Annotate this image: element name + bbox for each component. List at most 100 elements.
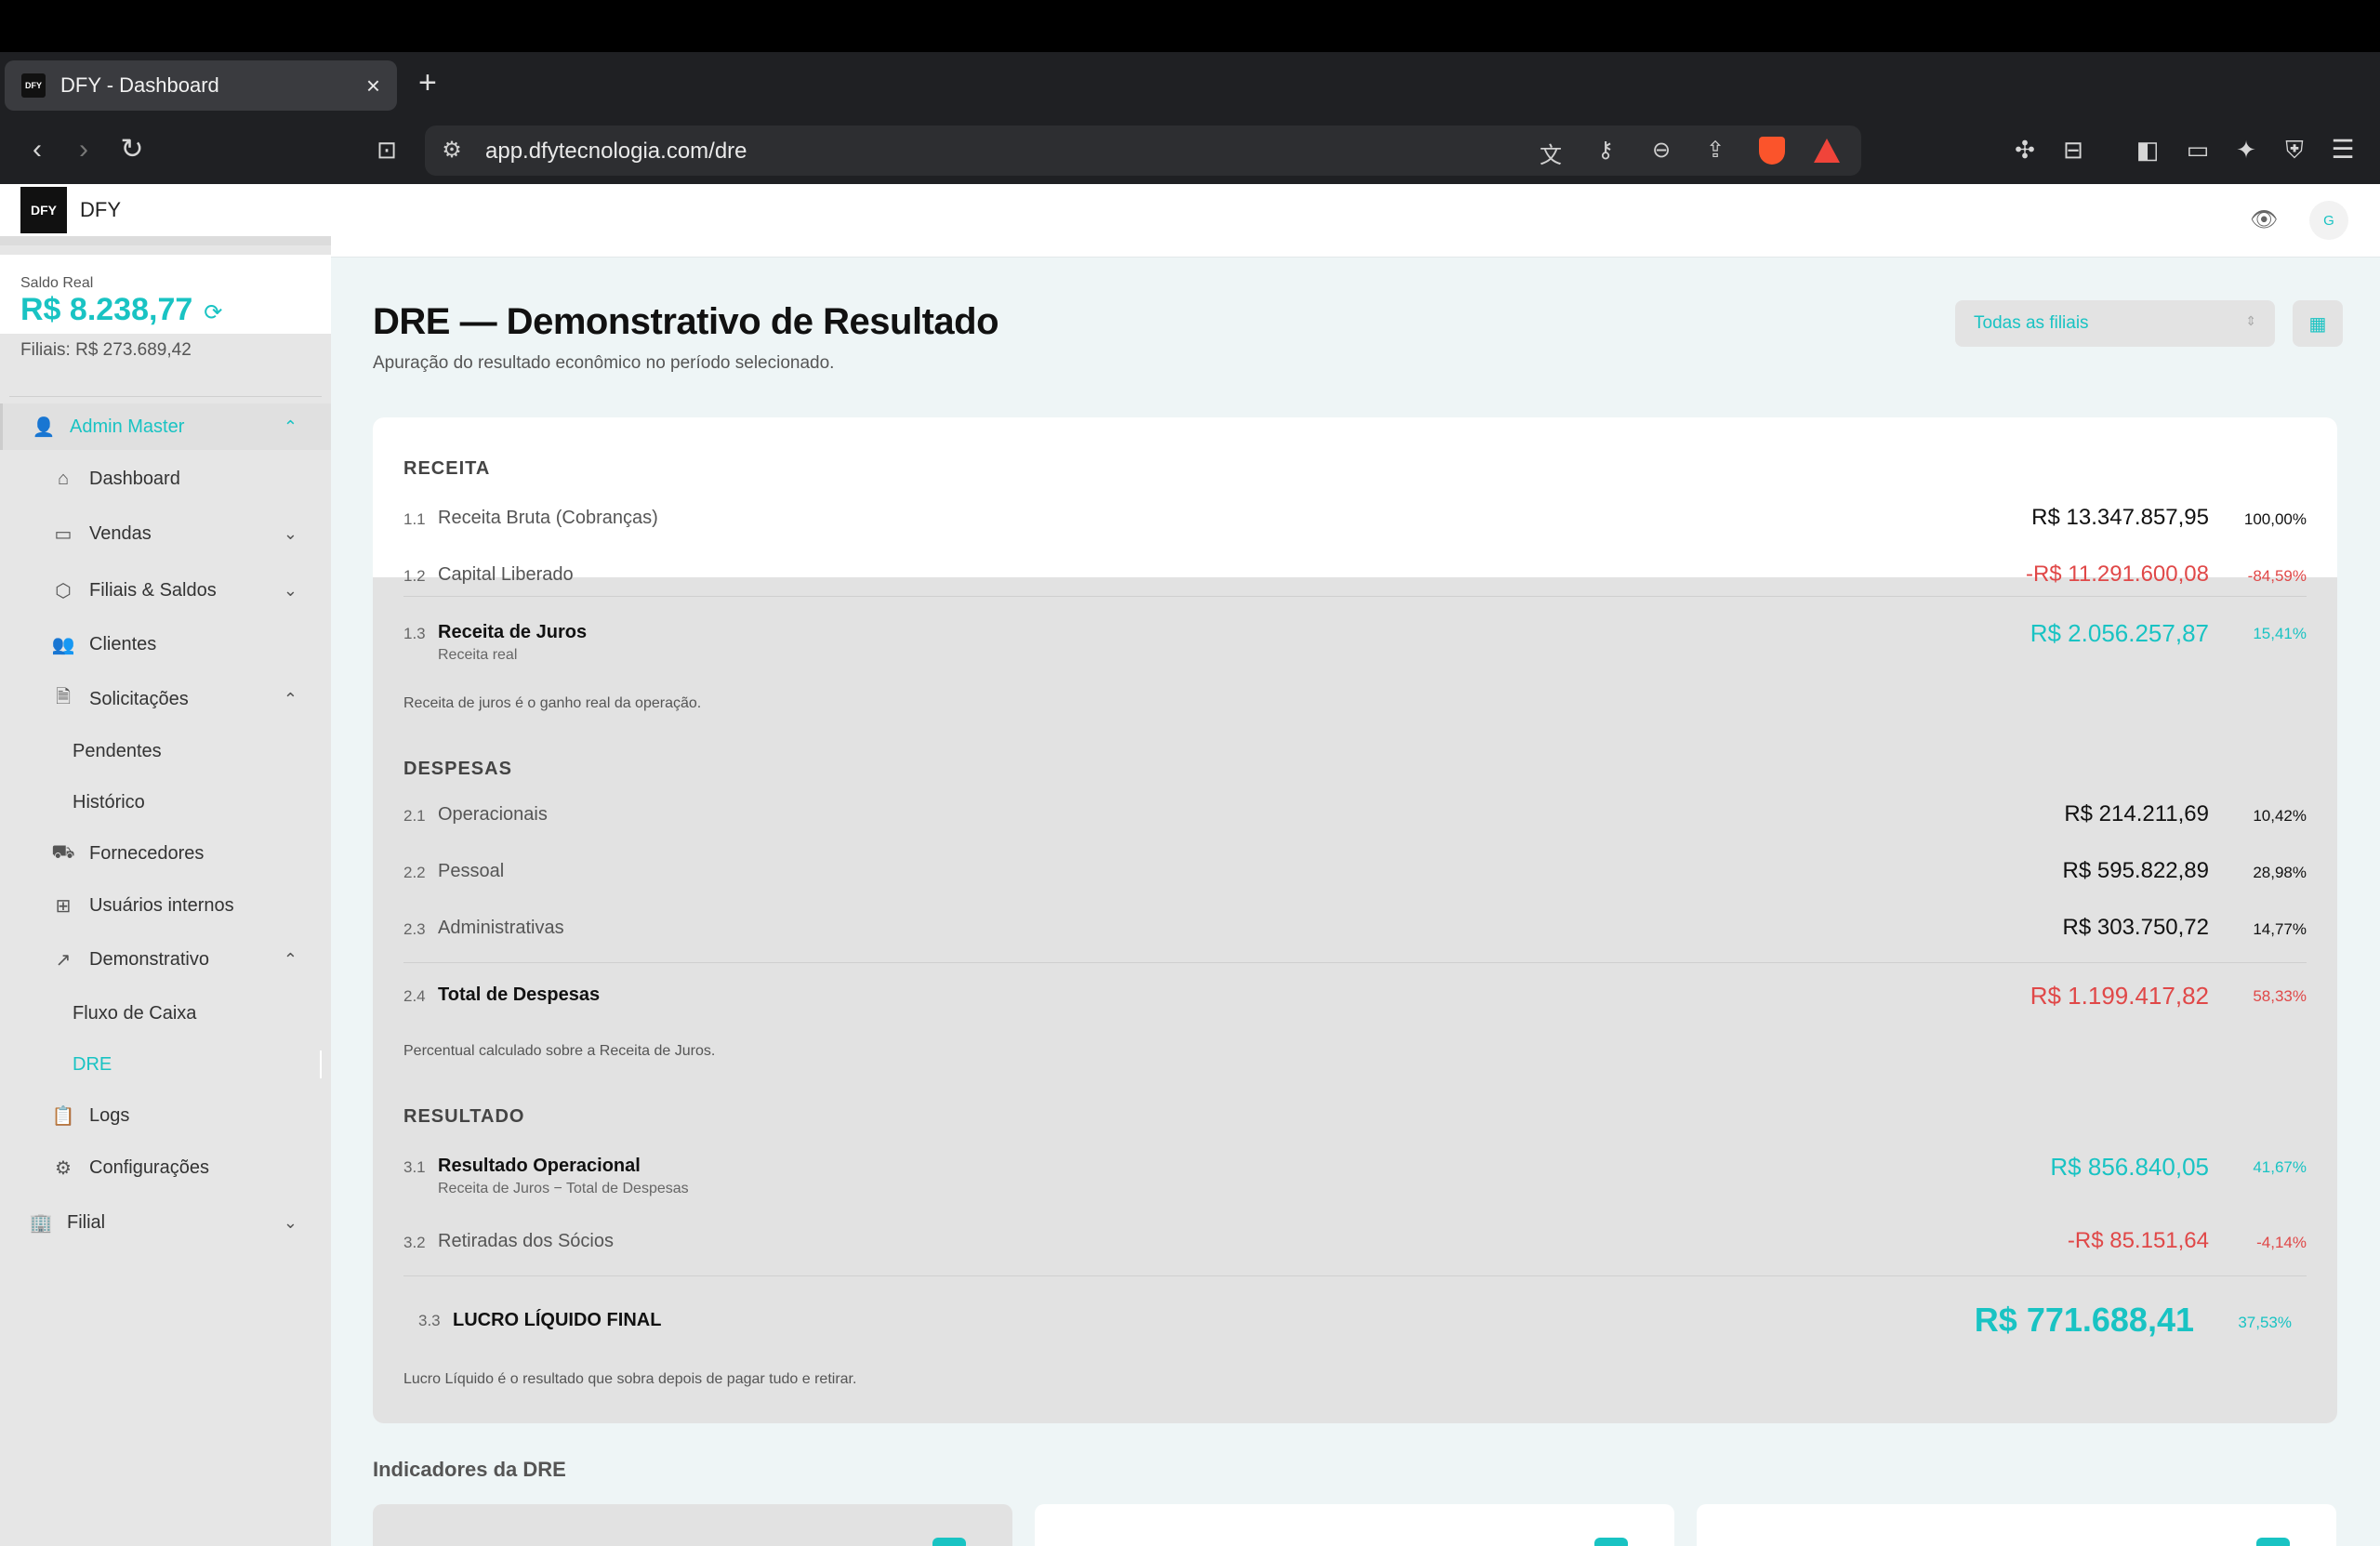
row-number: 1.3 <box>403 625 426 642</box>
bookmark-icon[interactable]: ⊡ <box>370 133 403 166</box>
page-subtitle: Apuração do resultado econômico no perío… <box>373 353 835 373</box>
sidebar-item-label: Fluxo de Caixa <box>73 1002 197 1024</box>
section-note: Lucro Líquido é o resultado que sobra de… <box>403 1371 857 1387</box>
row-amount: R$ 303.750,72 <box>2062 915 2209 940</box>
wallet-icon[interactable]: ▭ <box>2181 133 2215 166</box>
balance-label: Saldo Real <box>20 275 94 291</box>
section-note: Receita de juros é o ganho real da opera… <box>403 695 702 711</box>
extensions-icon[interactable]: ✣ <box>2008 133 2042 166</box>
sidebar-item-configuracoes[interactable]: ⚙ Configurações <box>0 1144 331 1191</box>
sidebar-item-label: Usuários internos <box>89 894 234 916</box>
sidebar-item-fluxo-de-caixa[interactable]: Fluxo de Caixa <box>0 990 331 1037</box>
sidebar-item-pendentes[interactable]: Pendentes <box>0 728 331 774</box>
row-label: Operacionais <box>438 804 548 825</box>
briefcase-icon: ⊞ <box>55 895 72 917</box>
logo: DFY <box>20 187 67 233</box>
branches-balance: Filiais: R$ 273.689,42 <box>20 340 192 360</box>
chevron-down-icon: ⌄ <box>283 523 298 543</box>
divider <box>9 396 322 397</box>
dre-row: 2.1 Operacionais R$ 214.211,69 10,42% <box>403 799 2307 837</box>
avatar[interactable]: G <box>2309 201 2348 240</box>
vpn-icon[interactable]: ⛨ <box>2278 133 2311 166</box>
row-amount: R$ 1.199.417,82 <box>2030 982 2209 1010</box>
forward-icon[interactable]: › <box>67 133 100 166</box>
sidebar-item-vendas[interactable]: ▭ Vendas ⌄ <box>0 510 331 557</box>
row-amount: R$ 2.056.257,87 <box>2030 619 2209 647</box>
eye-icon[interactable]: 👁 <box>2250 206 2278 233</box>
row-label: Administrativas <box>438 918 564 938</box>
sidebar-item-dashboard[interactable]: ⌂ Dashboard <box>0 456 331 502</box>
share-icon[interactable]: ⇪ <box>1701 137 1729 164</box>
brave-shield-icon[interactable] <box>1759 137 1785 165</box>
brand[interactable]: DFY DFY <box>0 184 331 245</box>
url-text[interactable]: app.dfytecnologia.com/dre <box>485 139 747 165</box>
sidebar-item-historico[interactable]: Histórico <box>0 779 331 826</box>
active-indicator <box>320 1050 322 1078</box>
chevron-down-icon: ⌄ <box>283 580 298 600</box>
dre-row: 1.3 Receita de Juros Receita real R$ 2.0… <box>403 617 2307 673</box>
sidebar-item-fornecedores[interactable]: ⛟ Fornecedores <box>0 830 331 877</box>
sidebar-item-logs[interactable]: 📋 Logs <box>0 1092 331 1139</box>
page-title: DRE — Demonstrativo de Resultado <box>373 301 999 342</box>
app-header: 👁 G <box>331 184 2380 258</box>
sidebar-item-clientes[interactable]: 👥 Clientes <box>0 621 331 667</box>
sidebar-item-usuarios-internos[interactable]: ⊞ Usuários internos <box>0 882 331 929</box>
site-settings-icon[interactable]: ⚙ <box>438 137 466 164</box>
close-tab-icon[interactable]: × <box>366 72 380 100</box>
row-number: 3.2 <box>403 1234 426 1251</box>
menu-icon[interactable]: ☰ <box>2326 133 2360 166</box>
translate-icon[interactable]: 文 <box>1537 137 1565 169</box>
users-icon: 👥 <box>51 634 75 655</box>
new-tab-button[interactable]: + <box>418 67 437 99</box>
sidebar-item-demonstrativo[interactable]: ↗ Demonstrativo ⌃ <box>0 936 331 983</box>
row-label: Receita Bruta (Cobranças) <box>438 508 658 528</box>
gear-icon: ⚙ <box>55 1157 72 1179</box>
row-percent: 58,33% <box>2253 987 2307 1005</box>
sidebar-item-solicitacoes[interactable]: 🗎 Solicitações ⌃ <box>0 676 331 722</box>
indicator-badge <box>2256 1538 2290 1546</box>
indicator-badge <box>1594 1538 1628 1546</box>
reload-icon[interactable]: ↻ <box>115 133 149 166</box>
row-percent: 41,67% <box>2253 1158 2307 1176</box>
row-label: Pessoal <box>438 861 505 881</box>
branch-filter-select[interactable]: Todas as filiais ⇕ <box>1955 300 2275 347</box>
leo-icon[interactable]: ✦ <box>2229 133 2263 166</box>
dre-card: RECEITA 1.1 Receita Bruta (Cobranças) R$… <box>373 417 2337 1423</box>
sidebar-item-label: Vendas <box>89 522 152 544</box>
chevron-up-icon: ⌃ <box>283 949 298 969</box>
row-sublabel: Receita de Juros − Total de Despesas <box>438 1181 689 1196</box>
home-icon: ⌂ <box>57 468 70 489</box>
row-number: 2.1 <box>403 807 426 825</box>
row-number: 3.1 <box>403 1158 426 1176</box>
key-icon[interactable]: ⚷ <box>1592 137 1620 164</box>
sidebar-toggle-icon[interactable]: ◧ <box>2131 133 2164 166</box>
sidebar-item-label: Solicitações <box>89 688 189 709</box>
zoom-out-icon[interactable]: ⊖ <box>1647 137 1675 164</box>
sidebar-item-filiais-saldos[interactable]: ⬡ Filiais & Saldos ⌄ <box>0 567 331 614</box>
main-content: 👁 G DRE — Demonstrativo de Resultado Apu… <box>331 184 2380 1546</box>
os-top-bar <box>0 0 2380 52</box>
sidebar-item-label: Clientes <box>89 633 157 654</box>
clipboard-icon: 📋 <box>51 1105 75 1127</box>
brave-rewards-icon[interactable] <box>1814 139 1840 163</box>
browser-tab[interactable]: DFY DFY - Dashboard × <box>5 60 397 111</box>
calendar-button[interactable]: ▦ <box>2293 300 2343 347</box>
dre-row: 3.1 Resultado Operacional Receita de Jur… <box>403 1151 2307 1207</box>
chevron-up-icon: ⌃ <box>283 416 298 436</box>
refresh-icon[interactable]: ⟳ <box>204 300 222 325</box>
row-amount: R$ 13.347.857,95 <box>2031 505 2209 530</box>
file-icon: 🗎 <box>55 687 72 707</box>
sidebar-item-filial[interactable]: 🏢 Filial ⌄ <box>0 1199 331 1246</box>
sidebar-item-dre[interactable]: DRE <box>0 1041 331 1088</box>
sidebar-item-admin-master[interactable]: 👤 Admin Master ⌃ <box>0 403 331 450</box>
row-label: Resultado Operacional <box>438 1156 641 1176</box>
search-tab-icon[interactable]: ⊟ <box>2056 133 2090 166</box>
back-icon[interactable]: ‹ <box>20 133 54 166</box>
address-bar[interactable]: ⚙ app.dfytecnologia.com/dre 文 ⚷ ⊖ ⇪ <box>425 126 1861 176</box>
row-amount: R$ 771.688,41 <box>1974 1301 2194 1339</box>
sidebar: DFY DFY Saldo Real R$ 8.238,77 ⟳ Filiais:… <box>0 184 331 1546</box>
section-note: Percentual calculado sobre a Receita de … <box>403 1043 716 1059</box>
card-top-band <box>373 417 2337 577</box>
sidebar-item-label: Fornecedores <box>89 842 205 864</box>
balance-value: R$ 8.238,77 <box>20 292 193 327</box>
